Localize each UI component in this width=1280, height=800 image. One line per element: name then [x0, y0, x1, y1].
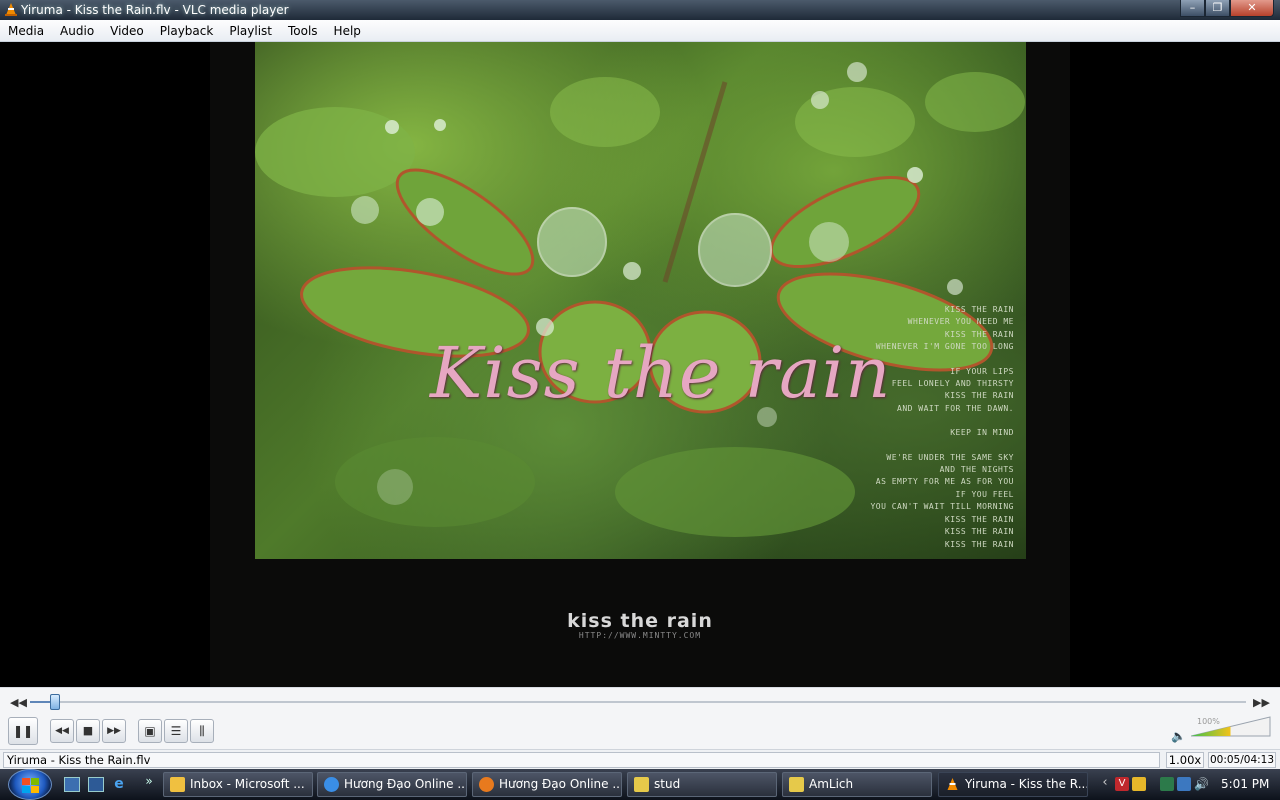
switch-windows-icon[interactable] [88, 777, 104, 792]
taskbar-button-vlc[interactable]: Yiruma - Kiss the R... [938, 772, 1088, 797]
taskbar-button-label: stud [654, 777, 681, 791]
lyric-line: KISS THE RAIN [944, 527, 1014, 537]
lyric-line: AND WAIT FOR THE DAWN. [897, 403, 1014, 413]
lyric-line: KISS THE RAIN [944, 539, 1014, 549]
outlook-icon [170, 777, 185, 792]
show-desktop-icon[interactable] [64, 777, 80, 792]
status-bar: Yiruma - Kiss the Rain.flv 1.00x 00:05/0… [0, 749, 1280, 769]
menu-playback[interactable]: Playback [152, 20, 222, 41]
lyric-line: AND THE NIGHTS [939, 465, 1014, 475]
quicklaunch-more-icon[interactable]: » [141, 774, 157, 789]
next-button[interactable]: ▶▶ [102, 719, 126, 743]
speaker-icon[interactable]: 🔈 [1171, 729, 1186, 743]
vlc-cone-icon [5, 3, 17, 16]
menu-playlist[interactable]: Playlist [221, 20, 280, 41]
taskbar-button-label: Yiruma - Kiss the R... [965, 777, 1088, 791]
seek-forward-icon[interactable]: ▶▶ [1253, 696, 1270, 709]
lyric-line: KISS THE RAIN [944, 329, 1014, 339]
lyric-gap [870, 440, 1014, 452]
playlist-button[interactable]: ☰ [164, 719, 188, 743]
ie-icon [324, 777, 339, 792]
pause-button[interactable]: ❚❚ [8, 717, 38, 745]
lyric-line: KEEP IN MIND [950, 428, 1014, 438]
maximize-button[interactable]: ❐ [1205, 0, 1230, 17]
video-area[interactable]: Kiss the rain KISS THE RAIN WHENEVER YOU… [0, 42, 1280, 687]
close-button[interactable]: ✕ [1230, 0, 1274, 17]
internet-explorer-icon[interactable]: e [111, 777, 127, 792]
fullscreen-button[interactable]: ▣ [138, 719, 162, 743]
vlc-cone-icon [947, 778, 958, 790]
extended-settings-button[interactable]: ⫼ [190, 719, 214, 743]
messenger-icon[interactable] [1132, 777, 1146, 791]
lyric-line: YOU CAN'T WAIT TILL MORNING [870, 502, 1014, 512]
lyric-line: IF YOU FEEL [955, 489, 1014, 499]
title-bar[interactable]: Yiruma - Kiss the Rain.flv - VLC media p… [0, 0, 1280, 20]
stop-button[interactable]: ■ [76, 719, 100, 743]
lyric-line: FEEL LONELY AND THIRSTY [891, 379, 1014, 389]
lyric-line: KISS THE RAIN [944, 305, 1014, 314]
menu-media[interactable]: Media [0, 20, 52, 41]
video-frame: Kiss the rain KISS THE RAIN WHENEVER YOU… [210, 42, 1070, 687]
menu-bar: Media Audio Video Playback Playlist Tool… [0, 20, 1280, 42]
lyric-gap [870, 354, 1014, 366]
lyric-line: IF YOUR LIPS [950, 366, 1014, 376]
seek-handle[interactable] [49, 694, 60, 710]
taskbar-button-label: AmLich [809, 777, 854, 791]
taskbar-button-firefox[interactable]: Hương Đạo Online ... [472, 772, 622, 797]
vlc-window: Yiruma - Kiss the Rain.flv - VLC media p… [0, 0, 1280, 800]
taskbar-button-stud[interactable]: stud [627, 772, 777, 797]
lyric-line: AS EMPTY FOR ME AS FOR YOU [875, 477, 1014, 487]
seek-back-icon[interactable]: ◀◀ [10, 696, 27, 709]
lyric-line: KISS THE RAIN [944, 514, 1014, 524]
tray-expand-icon[interactable]: ‹ [1098, 776, 1112, 790]
device-icon[interactable] [1160, 777, 1174, 791]
menu-audio[interactable]: Audio [52, 20, 102, 41]
lyric-line: WHENEVER I'M GONE TOO LONG [875, 342, 1014, 352]
taskbar-button-label: Hương Đạo Online ... [499, 777, 622, 791]
windows-logo-icon [22, 778, 40, 793]
lyrics-block: KISS THE RAIN WHENEVER YOU NEED ME KISS … [870, 304, 1014, 551]
volume-percent: 100% [1197, 717, 1220, 726]
taskbar: e » Inbox - Microsoft ... Hương Đạo Onli… [0, 769, 1280, 800]
video-url: HTTP://WWW.MINTTY.COM [578, 631, 702, 640]
playback-controls: ◀◀ ▶▶ ❚❚ ◀◀ ■ ▶▶ ▣ ☰ ⫼ 🔈 100% [0, 687, 1280, 749]
previous-button[interactable]: ◀◀ [50, 719, 74, 743]
playback-speed[interactable]: 1.00x [1166, 752, 1204, 768]
window-title: Yiruma - Kiss the Rain.flv - VLC media p… [21, 3, 289, 17]
antivirus-icon[interactable]: V [1115, 777, 1129, 791]
taskbar-button-label: Hương Đạo Online ... [344, 777, 467, 791]
volume-tray-icon[interactable]: 🔊 [1194, 777, 1209, 791]
menu-help[interactable]: Help [326, 20, 369, 41]
lyric-gap [870, 415, 1014, 427]
video-image: Kiss the rain KISS THE RAIN WHENEVER YOU… [255, 42, 1026, 559]
status-filename: Yiruma - Kiss the Rain.flv [3, 752, 1160, 768]
minimize-button[interactable]: – [1180, 0, 1205, 17]
taskbar-button-outlook[interactable]: Inbox - Microsoft ... [163, 772, 313, 797]
taskbar-button-label: Inbox - Microsoft ... [190, 777, 305, 791]
taskbar-button-ie[interactable]: Hương Đạo Online ... [317, 772, 467, 797]
seek-bar[interactable] [30, 701, 1246, 703]
playback-time[interactable]: 00:05/04:13 [1208, 752, 1276, 768]
firefox-icon [479, 777, 494, 792]
video-caption: kiss the rain [567, 610, 713, 632]
clock[interactable]: 5:01 PM [1221, 777, 1269, 791]
lyric-line: WHENEVER YOU NEED ME [907, 317, 1014, 327]
lyric-line: KISS THE RAIN [944, 391, 1014, 401]
menu-video[interactable]: Video [102, 20, 152, 41]
menu-tools[interactable]: Tools [280, 20, 326, 41]
network-icon[interactable] [1177, 777, 1191, 791]
lyric-line: WE'RE UNDER THE SAME SKY [886, 452, 1014, 462]
window-controls: – ❐ ✕ [1180, 0, 1274, 17]
folder-icon [634, 777, 649, 792]
folder-icon [789, 777, 804, 792]
video-title-text: Kiss the rain [430, 332, 892, 414]
taskbar-button-amlich[interactable]: AmLich [782, 772, 932, 797]
start-button[interactable] [8, 769, 52, 800]
